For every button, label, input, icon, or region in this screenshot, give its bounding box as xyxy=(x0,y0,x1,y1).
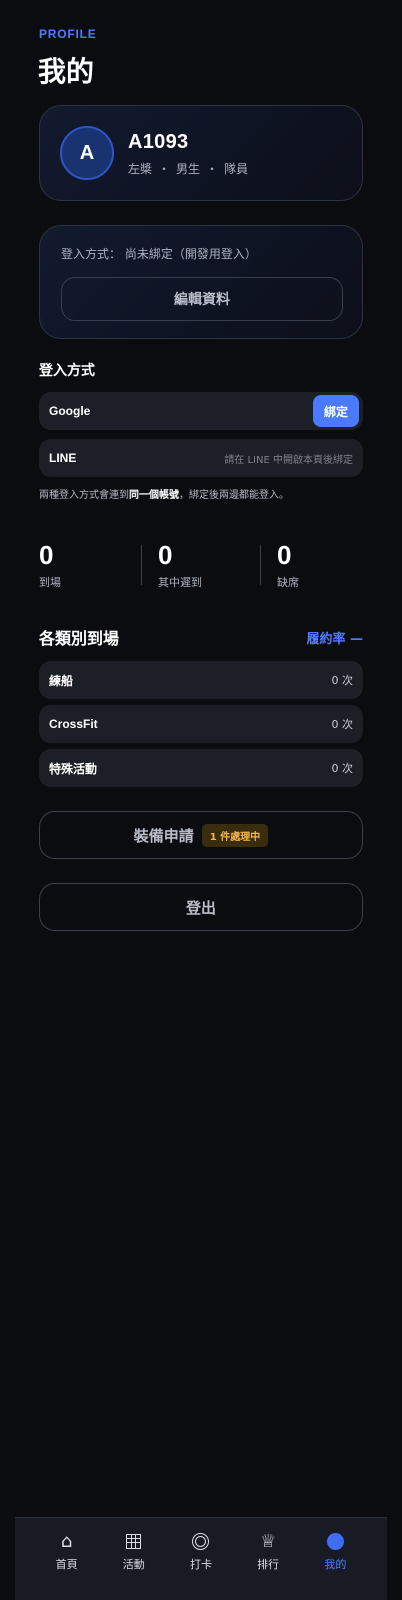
category-row-crossfit: CrossFit 0 次 xyxy=(39,705,363,743)
nav-item-ranking[interactable]: ♕ 排行 xyxy=(238,1530,298,1600)
fulfillment-rate: 履約率 — xyxy=(306,631,363,647)
user-name: A1093 xyxy=(128,131,189,153)
logout-button[interactable]: 登出 xyxy=(39,883,363,931)
stat-divider xyxy=(260,545,261,585)
category-title: 各類別到場 xyxy=(39,629,120,648)
calendar-grid-icon xyxy=(126,1533,142,1549)
equipment-request-label: 裝備申請 xyxy=(133,826,194,845)
line-label: LINE xyxy=(49,451,77,465)
nav-item-profile[interactable]: 我的 xyxy=(305,1530,365,1600)
stat-late-value: 0 xyxy=(158,540,173,570)
logout-label: 登出 xyxy=(185,898,216,917)
meta-separator: ・ xyxy=(206,162,219,176)
stat-absent-value: 0 xyxy=(277,540,292,570)
bind-google-button[interactable]: 綁定 xyxy=(313,395,359,427)
user-meta: 左槳 ・ 男生 ・ 隊員 xyxy=(128,160,248,177)
nav-label: 活動 xyxy=(122,1558,145,1571)
stat-attended-label: 到場 xyxy=(39,576,61,589)
login-note-suffix: ，綁定後兩邊都能登入。 xyxy=(179,490,289,501)
category-count: 0 次 xyxy=(331,674,354,687)
line-hint: 請在 LINE 中開啟本頁後綁定 xyxy=(224,454,353,466)
pending-badge: 1 件處理中 xyxy=(201,823,269,847)
profile-page: PROFILE 我的 A A1093 左槳 ・ 男生 ・ 隊員 登入方式： 尚未… xyxy=(0,0,402,1600)
nav-item-checkin[interactable]: 打卡 xyxy=(171,1530,231,1600)
login-note: 兩種登入方式會連到同一個帳號，綁定後兩邊都能登入。 xyxy=(39,486,289,501)
category-row-rowing: 練船 0 次 xyxy=(39,661,363,699)
user-role: 隊員 xyxy=(224,162,249,176)
login-methods-title: 登入方式 xyxy=(39,363,95,379)
profile-card: A A1093 左槳 ・ 男生 ・ 隊員 xyxy=(39,105,363,201)
login-note-prefix: 兩種登入方式會連到 xyxy=(39,490,129,501)
page-eyebrow: PROFILE xyxy=(39,27,97,41)
login-status-value: 尚未綁定（開發用登入） xyxy=(124,247,257,261)
meta-separator: ・ xyxy=(158,162,171,176)
bottom-nav: ⌂ 首頁 活動 打卡 ♕ 排行 我的 xyxy=(15,1517,387,1600)
edit-profile-label: 編輯資料 xyxy=(174,292,230,308)
nav-label: 排行 xyxy=(257,1558,280,1571)
login-note-bold: 同一個帳號 xyxy=(129,490,179,501)
nav-label: 我的 xyxy=(324,1558,347,1571)
stat-absent-label: 缺席 xyxy=(277,576,299,589)
checkin-ring-icon xyxy=(192,1532,210,1550)
stat-absent: 0 缺席 xyxy=(277,541,387,591)
user-gender: 男生 xyxy=(176,162,201,176)
nav-label: 打卡 xyxy=(189,1558,212,1571)
category-count: 0 次 xyxy=(331,762,354,775)
stat-attended: 0 到場 xyxy=(39,541,149,591)
login-method-google: Google 綁定 xyxy=(39,392,363,430)
nav-item-events[interactable]: 活動 xyxy=(104,1530,164,1600)
login-method-line: LINE 請在 LINE 中開啟本頁後綁定 xyxy=(39,439,363,477)
crown-icon: ♕ xyxy=(260,1530,277,1552)
avatar-initial: A xyxy=(79,141,95,164)
category-row-special: 特殊活動 0 次 xyxy=(39,749,363,787)
equipment-request-button[interactable]: 裝備申請 1 件處理中 xyxy=(39,811,363,859)
nav-label: 首頁 xyxy=(55,1558,78,1571)
category-label: 特殊活動 xyxy=(49,761,98,776)
page-title: 我的 xyxy=(38,55,95,88)
stat-divider xyxy=(141,545,142,585)
stat-attended-value: 0 xyxy=(39,540,54,570)
bind-google-label: 綁定 xyxy=(323,404,348,419)
avatar: A xyxy=(60,126,114,180)
login-card: 登入方式： 尚未綁定（開發用登入） 編輯資料 xyxy=(39,225,363,339)
google-label: Google xyxy=(49,404,91,418)
nav-item-home[interactable]: ⌂ 首頁 xyxy=(37,1530,97,1600)
home-icon: ⌂ xyxy=(60,1530,73,1552)
profile-dot-icon xyxy=(326,1532,344,1550)
stat-late: 0 其中遲到 xyxy=(158,541,268,591)
category-header: 各類別到場 履約率 — xyxy=(39,625,363,649)
login-status-label: 登入方式： xyxy=(61,247,122,261)
category-label: 練船 xyxy=(49,673,74,688)
category-label: CrossFit xyxy=(49,717,98,731)
login-status: 登入方式： 尚未綁定（開發用登入） xyxy=(61,245,257,262)
category-count: 0 次 xyxy=(331,718,354,731)
edit-profile-button[interactable]: 編輯資料 xyxy=(61,277,343,321)
user-side: 左槳 xyxy=(128,162,153,176)
stat-late-label: 其中遲到 xyxy=(158,576,202,589)
